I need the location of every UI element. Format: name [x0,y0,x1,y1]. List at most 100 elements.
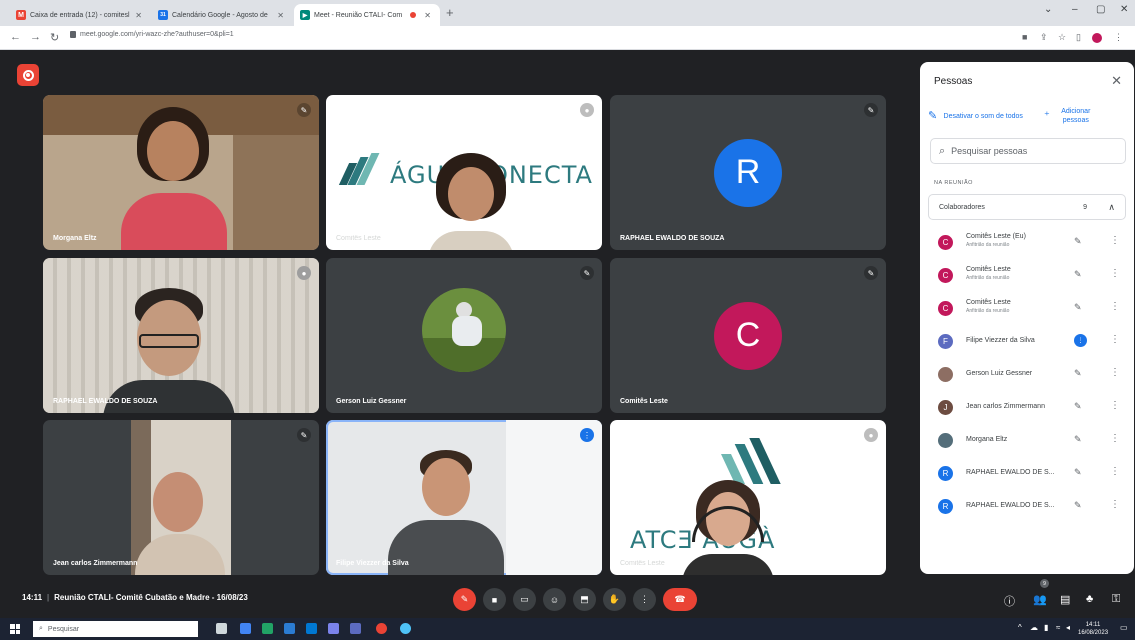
forward-icon[interactable]: → [30,31,41,43]
excel-icon[interactable] [262,623,273,634]
present-button[interactable]: ⬒ [573,588,596,611]
teams-icon[interactable] [328,623,339,634]
word-icon[interactable] [284,623,295,634]
chevron-up-icon[interactable]: ∧ [1108,202,1115,213]
video-tile[interactable]: ÁGUA CONECTA ● Comitês Leste [326,95,602,250]
mic-off-icon[interactable]: ✎ [1074,236,1082,247]
share-icon[interactable]: ⇪ [1040,32,1048,43]
participant-row[interactable]: R RAPHAEL EWALDO DE S... ✎ ⋮ [928,490,1126,522]
recording-badge[interactable] [17,64,39,86]
more-options-icon[interactable]: ⋮ [1110,499,1120,510]
mic-off-icon[interactable]: ✎ [1074,500,1082,511]
taskbar-search-input[interactable]: ⌕ Pesquisar [33,621,198,637]
chat-icon[interactable]: ▤ [1060,593,1070,606]
close-icon[interactable]: ✕ [424,11,431,20]
info-icon[interactable]: ⓘ [1004,593,1015,609]
people-search-input[interactable]: ⌕ Pesquisar pessoas [930,138,1126,164]
collaborators-group-header[interactable]: Colaboradores 9 ∧ [928,194,1126,220]
back-icon[interactable]: ← [10,31,21,43]
video-tile[interactable]: ATCƎ AUGÀ ● Comitês Leste [610,420,886,575]
more-options-icon[interactable]: ⋮ [1110,334,1120,345]
camera-toggle-button[interactable]: ■ [483,588,506,611]
minimize-icon[interactable]: – [1072,4,1078,15]
participant-row[interactable]: Gerson Luiz Gessner ✎ ⋮ [928,358,1126,390]
chrome-icon[interactable] [376,623,387,634]
meet-stage: ✎ Morgana Eltz ÁGUA CONECTA ● Comitês Le… [0,50,1135,612]
end-call-button[interactable]: ☎ [663,588,697,611]
emoji-button[interactable]: ☺ [543,588,566,611]
activities-icon[interactable]: ♣ [1086,593,1093,605]
maximize-icon[interactable]: ▢ [1096,4,1105,15]
task-view-icon[interactable] [216,623,227,634]
app-icon[interactable] [350,623,361,634]
speaking-indicator-icon[interactable]: ⋮ [1074,334,1087,347]
participant-row[interactable]: R RAPHAEL EWALDO DE S... ✎ ⋮ [928,457,1126,489]
close-icon[interactable]: ✕ [277,11,284,20]
bookmark-star-icon[interactable]: ☆ [1058,32,1066,43]
more-options-icon[interactable]: ⋮ [1110,433,1120,444]
mute-all-button[interactable]: ✎ Desativar o som de todos [928,104,1038,128]
mic-off-icon[interactable]: ✎ [1074,401,1082,412]
video-tile[interactable]: ✎ Morgana Eltz [43,95,319,250]
video-tile[interactable]: ✎ Jean carlos Zimmermann [43,420,319,575]
host-controls-icon[interactable]: ⚿ [1112,593,1120,606]
camera-in-use-icon[interactable]: ■ [1022,32,1027,42]
edge-icon[interactable] [400,623,411,634]
more-options-icon[interactable]: ⋮ [1110,235,1120,246]
people-icon[interactable]: 👥 [1033,593,1047,606]
tab-calendar[interactable]: 31 Calendário Google - Agosto de ✕ [152,4,290,26]
mic-off-icon[interactable]: ✎ [1074,434,1082,445]
profile-avatar[interactable] [1092,33,1102,43]
video-tile[interactable]: ✎ Gerson Luiz Gessner [326,258,602,413]
more-options-icon[interactable]: ⋮ [1110,301,1120,312]
volume-icon[interactable]: ◂ [1066,623,1070,632]
mic-off-icon[interactable]: ✎ [1074,368,1082,379]
participant-row[interactable]: F Filipe Viezzer da Silva ⋮ ⋮ [928,325,1126,357]
app-icon[interactable] [306,623,317,634]
cloud-icon[interactable]: ☁ [1030,623,1038,632]
mic-toggle-button[interactable]: ✎ [453,588,476,611]
more-options-icon[interactable]: ⋮ [1110,268,1120,279]
more-options-button[interactable]: ⋮ [633,588,656,611]
battery-icon[interactable]: ▮ [1044,623,1048,632]
more-options-icon[interactable]: ⋮ [1110,367,1120,378]
participant-row[interactable]: J Jean carlos Zimmermann ✎ ⋮ [928,391,1126,423]
notification-icon[interactable]: ▭ [1120,623,1128,632]
wifi-icon[interactable]: ≈ [1056,623,1060,632]
side-panel-icon[interactable]: ▯ [1076,32,1081,43]
reload-icon[interactable]: ↻ [50,31,59,44]
mic-off-icon[interactable]: ✎ [1074,467,1082,478]
new-tab-icon[interactable]: + [446,5,454,20]
close-icon[interactable]: ✕ [1111,73,1122,89]
tab-meet[interactable]: ▶ Meet - Reunião CTALI- Com ✕ [294,4,440,26]
url-field[interactable]: meet.google.com/yri-wazc-zhe?authuser=0&… [70,31,234,38]
app-icon[interactable] [240,623,251,634]
add-people-label: Adicionar pessoas [1061,108,1091,124]
window-close-icon[interactable]: ✕ [1120,4,1128,15]
lock-icon [70,31,76,38]
raise-hand-button[interactable]: ✋ [603,588,626,611]
mic-off-icon[interactable]: ✎ [1074,302,1082,313]
os-taskbar: ⌕ Pesquisar ^ ☁ ▮ ≈ ◂ 14:11 16/08/2023 ▭ [0,618,1135,640]
video-tile[interactable]: R ✎ RAPHAEL EWALDO DE SOUZA [610,95,886,250]
video-tile[interactable]: C ✎ Comitês Leste [610,258,886,413]
chevron-down-icon[interactable]: ⌄ [1044,4,1052,15]
windows-start-icon[interactable] [10,624,20,634]
video-tile[interactable]: ● RAPHAEL EWALDO DE SOUZA [43,258,319,413]
mic-off-icon[interactable]: ✎ [1074,269,1082,280]
participant-row[interactable]: Morgana Eltz ✎ ⋮ [928,424,1126,456]
add-people-button[interactable]: ⁺ Adicionar pessoas [1044,104,1128,128]
close-icon[interactable]: ✕ [135,11,142,20]
participant-row[interactable]: C Comitês Leste (Eu) Anfitrião da reunião ✎… [928,226,1126,258]
more-options-icon[interactable]: ⋮ [1110,466,1120,477]
window-background [506,420,602,575]
system-clock[interactable]: 14:11 16/08/2023 [1078,621,1108,637]
participant-row[interactable]: C Comitês Leste Anfitrião da reunião ✎ ⋮ [928,292,1126,324]
tray-chevron-icon[interactable]: ^ [1018,623,1022,632]
video-tile[interactable]: ⋮ Filipe Viezzer da Silva [326,420,602,575]
participant-row[interactable]: C Comitês Leste Anfitrião da reunião ✎ ⋮ [928,259,1126,291]
tab-gmail[interactable]: M Caixa de entrada (12) - comitesl ✕ [10,4,148,26]
more-options-icon[interactable]: ⋮ [1110,400,1120,411]
menu-dots-icon[interactable]: ⋮ [1114,32,1123,43]
captions-button[interactable]: ▭ [513,588,536,611]
